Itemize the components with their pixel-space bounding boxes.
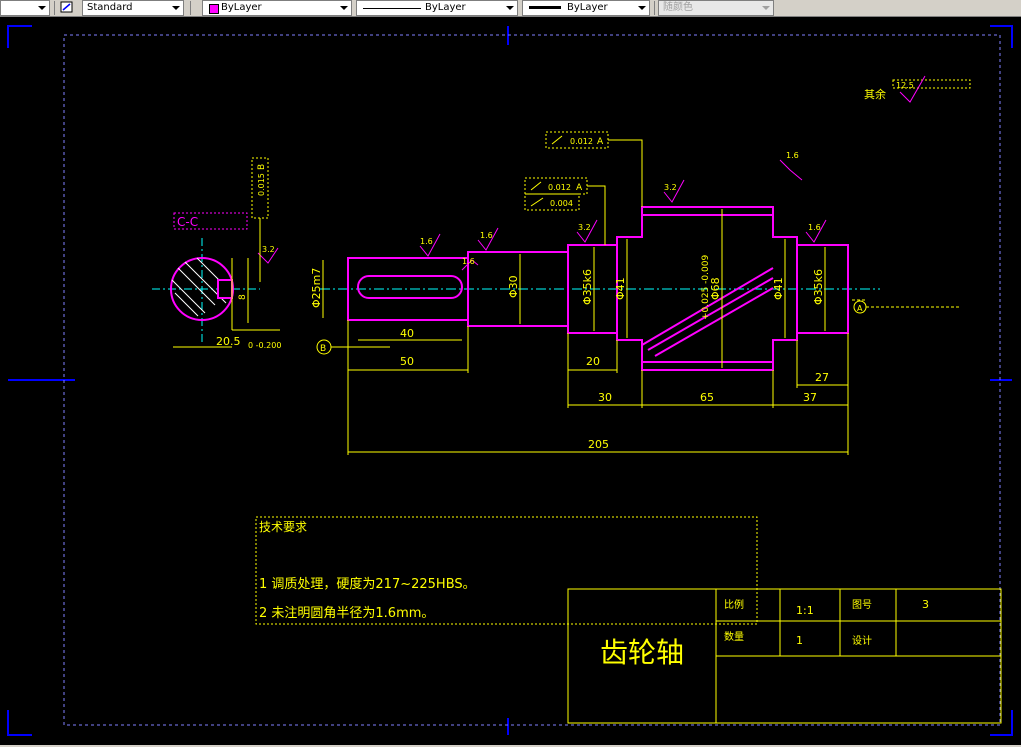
dim-d30: Φ30 [507, 275, 520, 298]
dim-d35-right: Φ35k6 [812, 269, 825, 305]
drawing-no-label: 图号 [852, 599, 872, 611]
color-swatch [209, 4, 219, 14]
text-style-dropdown[interactable]: Standard [82, 0, 184, 16]
chevron-down-icon [340, 6, 348, 10]
roughness-8: 1.6 [462, 257, 475, 266]
linetype-sample [363, 8, 421, 9]
scale-value: 1:1 [796, 604, 814, 617]
roughness-rest-value: 12.5 [896, 81, 914, 90]
part-name: 齿轮轴 [600, 636, 684, 669]
chevron-down-icon [638, 6, 646, 10]
linetype-value: ByLayer [425, 2, 466, 13]
runout-datum-2: A [576, 183, 583, 193]
runout-datum-1: A [597, 137, 604, 147]
text-style-value: Standard [87, 2, 133, 13]
roughness-rest-label: 其余 [864, 87, 886, 101]
linetype-dropdown[interactable]: ByLayer [356, 0, 518, 16]
roughness-2: 1.6 [480, 231, 493, 240]
text-style-icon [60, 1, 73, 13]
symmetry-tol: 0.015 [257, 173, 266, 196]
runout-tol-2: 0.012 [548, 183, 571, 192]
dim-key-depth-tol: 0 -0.200 [248, 341, 281, 350]
dim-65: 65 [700, 391, 714, 404]
dim-d68-tol: +0.025 -0.009 [701, 255, 711, 320]
dim-27: 27 [815, 371, 829, 384]
roughness-6: 1.6 [808, 223, 821, 232]
dim-d25: Φ25m7 [310, 268, 323, 308]
roughness-7: 3.2 [262, 245, 275, 254]
dim-d41: Φ41 [614, 277, 627, 300]
roughness-4: 3.2 [664, 183, 677, 192]
plot-style-dropdown: 随颜色 [658, 0, 774, 16]
lineweight-value: ByLayer [567, 2, 608, 13]
dim-205: 205 [588, 438, 609, 451]
dim-50: 50 [400, 355, 414, 368]
tech-item-2: 2 未注明圆角半径为1.6mm。 [259, 606, 434, 621]
dim-d41-right: Φ41 [772, 277, 785, 300]
text-style-icon[interactable] [60, 0, 76, 14]
chevron-down-icon [38, 6, 46, 10]
chevron-down-icon [506, 6, 514, 10]
datum-b-label: B [320, 344, 326, 354]
dim-20: 20 [586, 355, 600, 368]
design-label: 设计 [852, 634, 872, 647]
tech-item-1: 1 调质处理，硬度为217~225HBS。 [259, 576, 476, 592]
lineweight-dropdown[interactable]: ByLayer [522, 0, 650, 16]
plot-style-value: 随颜色 [663, 2, 693, 13]
color-dropdown[interactable]: ByLayer [202, 0, 352, 16]
chevron-down-icon [762, 6, 770, 10]
qty-label: 数量 [724, 630, 744, 643]
scale-label: 比例 [724, 598, 744, 611]
toolbar-separator [54, 1, 55, 15]
symmetry-datum: B [257, 164, 267, 170]
qty-value: 1 [796, 634, 803, 647]
toolbar-separator [190, 1, 191, 15]
roughness-5: 1.6 [786, 151, 799, 160]
dim-30: 30 [598, 391, 612, 404]
dim-d35-left: Φ35k6 [581, 269, 594, 305]
chevron-down-icon [172, 6, 180, 10]
color-value: ByLayer [221, 2, 262, 13]
lineweight-sample [529, 6, 561, 9]
runout-tol-1: 0.012 [570, 137, 593, 146]
cylindricity-tol: 0.004 [550, 199, 573, 208]
dim-40: 40 [400, 327, 414, 340]
tech-title: 技术要求 [259, 520, 307, 534]
roughness-1: 1.6 [420, 237, 433, 246]
dim-key-depth: 20.5 [216, 335, 241, 348]
properties-toolbar: Standard ByLayer ByLayer ByLayer 随颜色 [0, 0, 1021, 17]
layer-dropdown[interactable] [0, 0, 50, 16]
svg-text:C-C: C-C [177, 215, 198, 229]
drawing-canvas[interactable]: 其余 12.5 C-C 50 40 20 30 65 37 27 205 20.… [0, 17, 1021, 745]
toolbar-separator [654, 1, 655, 15]
drawing-no-value: 3 [922, 598, 929, 611]
dim-37: 37 [803, 391, 817, 404]
roughness-3: 3.2 [578, 223, 591, 232]
dim-key-width: 8 [238, 294, 248, 300]
datum-a-label: A [857, 304, 863, 313]
